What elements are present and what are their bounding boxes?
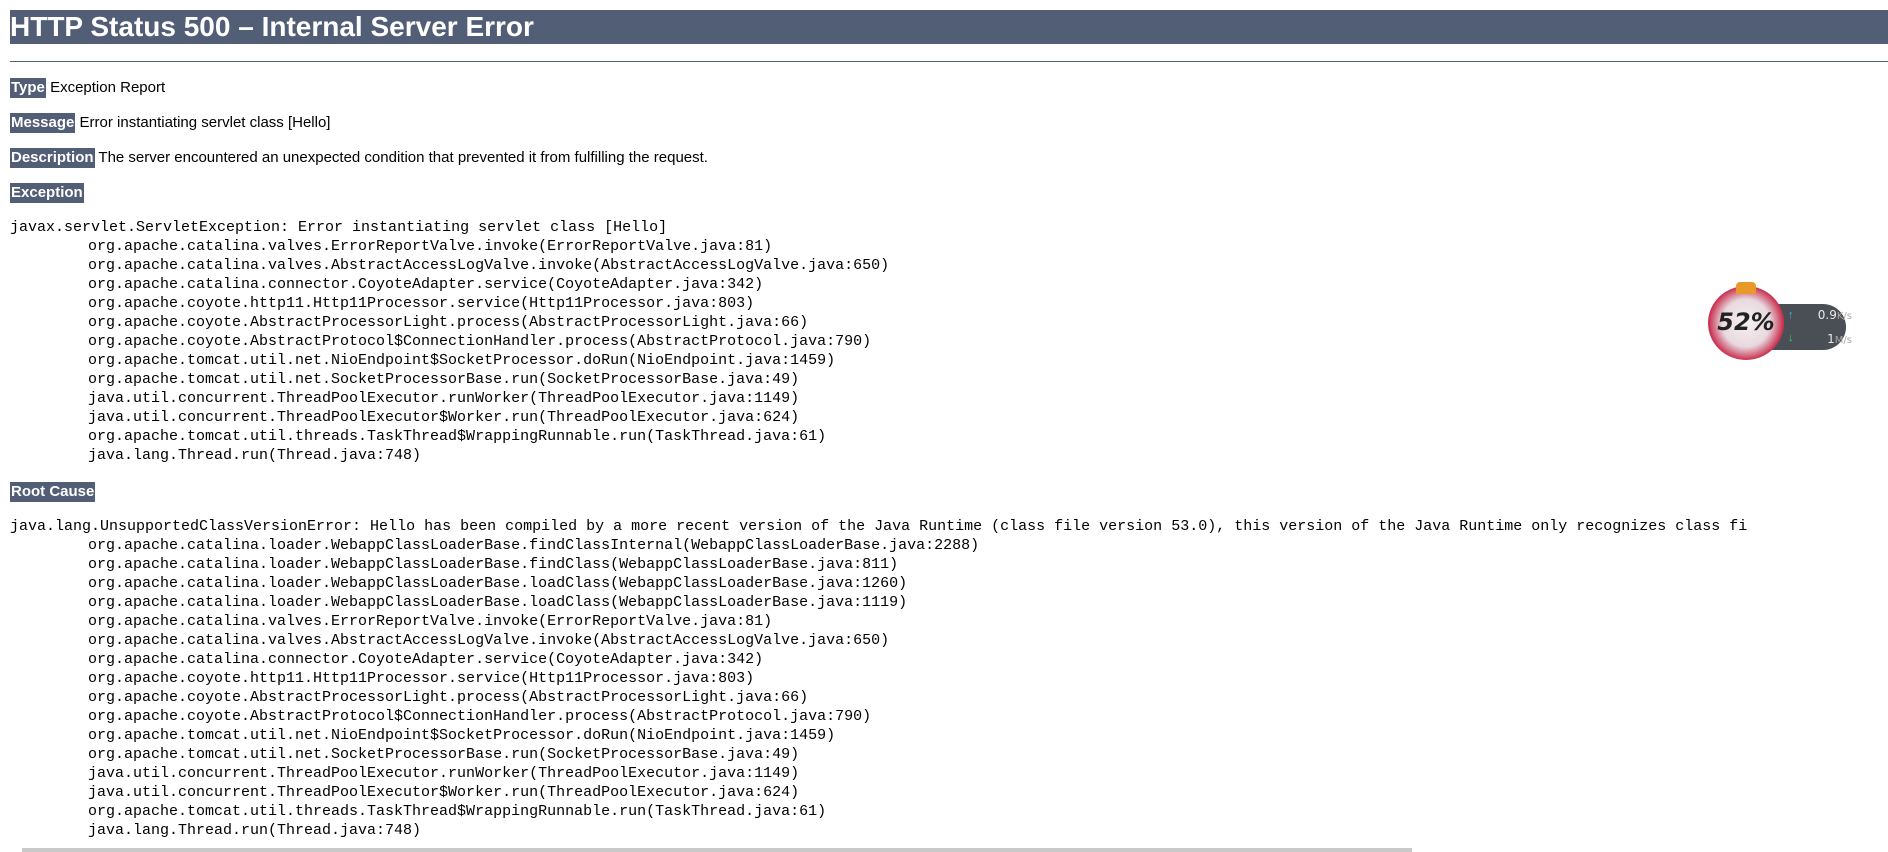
download-value: 1 (1827, 332, 1835, 346)
stack-frame: java.util.concurrent.ThreadPoolExecutor$… (88, 409, 800, 426)
crest-icon (1736, 282, 1756, 294)
description-value: The server encountered an unexpected con… (98, 149, 708, 166)
stack-frame: org.apache.tomcat.util.net.SocketProcess… (88, 746, 800, 763)
message-row: Message Error instantiating servlet clas… (10, 113, 1888, 133)
upload-arrow-icon: ↑ (1788, 309, 1794, 321)
page-title: HTTP Status 500 – Internal Server Error (10, 10, 1888, 44)
stack-frame: org.apache.catalina.valves.ErrorReportVa… (88, 613, 773, 630)
exception-heading: Exception (10, 183, 1888, 203)
divider (10, 61, 1888, 62)
root-cause-frames: org.apache.catalina.loader.WebappClassLo… (10, 536, 1888, 840)
download-arrow-icon: ↓ (1788, 332, 1794, 344)
stack-frame: org.apache.coyote.AbstractProcessorLight… (88, 314, 809, 331)
upload-speed: 0.9K/s (1818, 308, 1852, 322)
network-speed-widget[interactable]: 52% ↑ ↓ 0.9K/s 1M/s (1706, 282, 1862, 362)
root-cause-heading: Root Cause (10, 482, 1888, 502)
stack-frame: java.lang.Thread.run(Thread.java:748) (88, 447, 422, 464)
stack-frame: org.apache.tomcat.util.threads.TaskThrea… (88, 803, 827, 820)
type-value: Exception Report (50, 79, 166, 96)
stack-frame: org.apache.coyote.http11.Http11Processor… (88, 670, 755, 687)
message-label: Message (10, 113, 76, 133)
stack-frame: org.apache.coyote.AbstractProtocol$Conne… (88, 708, 872, 725)
stack-frame: org.apache.catalina.valves.AbstractAcces… (88, 257, 890, 274)
download-speed: 1M/s (1827, 332, 1852, 346)
stack-frame: java.util.concurrent.ThreadPoolExecutor.… (88, 765, 800, 782)
root-cause-label: Root Cause (10, 482, 96, 502)
stack-frame: org.apache.catalina.loader.WebappClassLo… (88, 537, 980, 554)
description-label: Description (10, 148, 95, 168)
type-label: Type (10, 78, 46, 98)
message-value: Error instantiating servlet class [Hello… (79, 114, 331, 131)
stack-frame: org.apache.catalina.valves.ErrorReportVa… (88, 238, 773, 255)
stack-frame: org.apache.tomcat.util.net.NioEndpoint$S… (88, 352, 836, 369)
stack-frame: org.apache.catalina.loader.WebappClassLo… (88, 575, 908, 592)
stack-frame: org.apache.catalina.loader.WebappClassLo… (88, 594, 908, 611)
error-page: HTTP Status 500 – Internal Server Error … (10, 10, 1888, 840)
stack-frame: org.apache.coyote.http11.Http11Processor… (88, 295, 755, 312)
upload-unit: K/s (1836, 311, 1852, 322)
stack-frame: java.util.concurrent.ThreadPoolExecutor.… (88, 390, 800, 407)
stack-frame: org.apache.coyote.AbstractProtocol$Conne… (88, 333, 872, 350)
stack-frame: org.apache.catalina.loader.WebappClassLo… (88, 556, 899, 573)
stack-frame: org.apache.tomcat.util.net.SocketProcess… (88, 371, 800, 388)
exception-frames: org.apache.catalina.valves.ErrorReportVa… (10, 237, 1888, 465)
exception-trace: javax.servlet.ServletException: Error in… (10, 218, 1888, 465)
exception-label: Exception (10, 183, 84, 203)
exception-head: javax.servlet.ServletException: Error in… (10, 219, 668, 236)
memory-percent: 52% (1717, 308, 1775, 336)
stack-frame: org.apache.catalina.valves.AbstractAcces… (88, 632, 890, 649)
stack-frame: java.util.concurrent.ThreadPoolExecutor$… (88, 784, 800, 801)
stack-frame: org.apache.coyote.AbstractProcessorLight… (88, 689, 809, 706)
download-unit: M/s (1834, 335, 1852, 346)
stack-frame: java.lang.Thread.run(Thread.java:748) (88, 822, 422, 839)
root-cause-head: java.lang.UnsupportedClassVersionError: … (10, 518, 1748, 535)
description-row: Description The server encountered an un… (10, 148, 1888, 168)
stack-frame: org.apache.catalina.connector.CoyoteAdap… (88, 276, 764, 293)
type-row: Type Exception Report (10, 78, 1888, 98)
stack-frame: org.apache.catalina.connector.CoyoteAdap… (88, 651, 764, 668)
stack-frame: org.apache.tomcat.util.threads.TaskThrea… (88, 428, 827, 445)
root-cause-trace: java.lang.UnsupportedClassVersionError: … (10, 517, 1888, 840)
upload-value: 0.9 (1817, 308, 1837, 322)
horizontal-scrollbar[interactable] (22, 848, 1412, 852)
stack-frame: org.apache.tomcat.util.net.NioEndpoint$S… (88, 727, 836, 744)
